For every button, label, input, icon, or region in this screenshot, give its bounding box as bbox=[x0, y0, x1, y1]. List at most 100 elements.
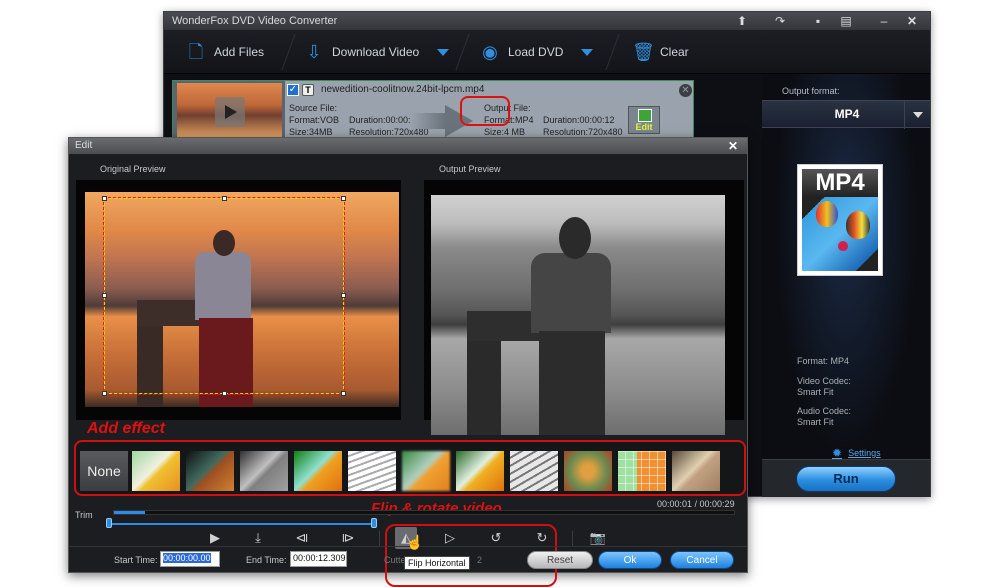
gear-icon: ✹ bbox=[832, 446, 843, 460]
crop-handle[interactable] bbox=[341, 293, 346, 298]
effect-dark[interactable] bbox=[186, 451, 234, 491]
effect-sketch[interactable] bbox=[348, 451, 396, 491]
mp4-format-icon: MP4 bbox=[797, 164, 883, 276]
crop-box[interactable] bbox=[102, 196, 346, 396]
settings-link[interactable]: ✹ Settings bbox=[832, 446, 881, 460]
close-icon[interactable]: ✕ bbox=[725, 138, 741, 154]
edit-label: Edit bbox=[635, 122, 653, 132]
output-format-select[interactable]: MP4 bbox=[762, 100, 930, 129]
subtitle-button[interactable]: T bbox=[302, 84, 314, 96]
original-preview bbox=[76, 180, 401, 420]
toolbar-divider bbox=[605, 34, 620, 70]
add-file-icon: 🗋 bbox=[188, 42, 204, 62]
chevron-down-icon[interactable] bbox=[437, 48, 450, 56]
crop-handle[interactable] bbox=[222, 391, 227, 396]
download-video-button[interactable]: ⇩ Download Video bbox=[304, 30, 450, 74]
edit-dialog: Edit ✕ Original Preview Output Preview A… bbox=[68, 137, 748, 587]
edit-icon bbox=[638, 109, 652, 122]
effect-vivid-green[interactable] bbox=[294, 451, 342, 491]
download-icon: ⇩ bbox=[306, 42, 322, 62]
output-video-frame bbox=[431, 195, 725, 435]
load-dvd-label: Load DVD bbox=[508, 45, 564, 59]
end-time-label: End Time: bbox=[246, 555, 287, 565]
run-button[interactable]: Run bbox=[796, 466, 896, 492]
source-format: Format:VOB bbox=[289, 115, 340, 125]
dialog-title: Edit bbox=[75, 140, 93, 151]
original-preview-label: Original Preview bbox=[100, 164, 166, 174]
crop-handle[interactable] bbox=[102, 196, 107, 201]
crop-handle[interactable] bbox=[102, 391, 107, 396]
cancel-button[interactable]: Cancel bbox=[670, 551, 734, 569]
output-preview-label: Output Preview bbox=[439, 164, 501, 174]
run-area: Run bbox=[762, 459, 930, 497]
output-format-label: Output format: bbox=[782, 86, 840, 96]
trim-progress-track[interactable] bbox=[113, 510, 735, 515]
skin-icon[interactable]: ↷ bbox=[770, 14, 790, 28]
effect-noise[interactable] bbox=[564, 451, 612, 491]
format-line: Format: MP4 bbox=[797, 356, 850, 366]
chevron-down-icon[interactable] bbox=[904, 101, 930, 129]
close-icon[interactable]: ✕ bbox=[902, 14, 922, 28]
source-duration: Duration:00:00:29 bbox=[349, 115, 421, 125]
video-thumbnail[interactable] bbox=[177, 83, 282, 137]
effect-emboss[interactable] bbox=[510, 451, 558, 491]
file-checkbox[interactable]: ✓ bbox=[287, 84, 299, 96]
crop-handle[interactable] bbox=[102, 293, 107, 298]
output-format-value: MP4 bbox=[834, 107, 860, 121]
divider bbox=[572, 531, 573, 547]
effect-grayscale[interactable] bbox=[240, 451, 288, 491]
divider bbox=[379, 531, 380, 547]
load-dvd-button[interactable]: ◉ Load DVD bbox=[480, 30, 594, 74]
trim-label: Trim bbox=[75, 510, 93, 520]
feedback-icon[interactable]: ▪ bbox=[808, 14, 828, 28]
app-title: WonderFox DVD Video Converter bbox=[172, 15, 338, 27]
source-label: Source File: bbox=[289, 103, 338, 113]
file-item[interactable]: ✓ T newedition-coolitnow.24bit-lpcm.mp4 … bbox=[172, 80, 694, 138]
video-codec-value: Smart Fit bbox=[797, 387, 834, 397]
trash-icon: 🗑 bbox=[632, 42, 655, 62]
reset-button[interactable]: Reset bbox=[527, 551, 593, 569]
effect-mosaic[interactable] bbox=[618, 451, 666, 491]
crop-handle[interactable] bbox=[341, 391, 346, 396]
edit-highlight-annotation bbox=[460, 96, 510, 126]
effect-sharpen[interactable] bbox=[456, 451, 504, 491]
clear-button[interactable]: 🗑 Clear bbox=[632, 30, 689, 74]
arrow-body bbox=[411, 113, 445, 129]
main-toolbar: 🗋 Add Files ⇩ Download Video ◉ Load DVD … bbox=[164, 30, 930, 74]
effect-soft[interactable] bbox=[132, 451, 180, 491]
trim-range[interactable] bbox=[106, 518, 377, 528]
start-time-value: 00:00:00.00 bbox=[163, 553, 211, 563]
add-files-button[interactable]: 🗋 Add Files bbox=[186, 30, 264, 74]
effects-strip: None bbox=[74, 440, 746, 496]
crop-handle[interactable] bbox=[222, 196, 227, 201]
minimize-icon[interactable]: – bbox=[874, 14, 894, 28]
cutter-count: 2 bbox=[477, 555, 483, 565]
log-icon[interactable]: ▤ bbox=[836, 14, 856, 28]
output-panel: Output format: MP4 MP4 Format: MP4 Video… bbox=[762, 74, 930, 497]
video-codec-label: Video Codec: bbox=[797, 376, 851, 386]
effect-sepia[interactable] bbox=[672, 451, 720, 491]
add-files-label: Add Files bbox=[214, 45, 265, 59]
edit-button[interactable]: Edit bbox=[628, 106, 660, 134]
toolbar-divider bbox=[455, 34, 470, 70]
format-icon-text: MP4 bbox=[802, 169, 878, 197]
dialog-titlebar: Edit bbox=[69, 138, 747, 154]
remove-file-icon[interactable]: ✕ bbox=[679, 84, 692, 97]
audio-codec-value: Smart Fit bbox=[797, 417, 834, 427]
start-time-input[interactable]: 00:00:00.00 bbox=[160, 551, 220, 567]
end-time-input[interactable]: 00:00:12.309 bbox=[290, 551, 347, 567]
output-size: Size:4 MB bbox=[484, 127, 526, 137]
dialog-body: Original Preview Output Preview Add effe… bbox=[69, 154, 747, 587]
output-preview bbox=[424, 180, 744, 435]
upload-icon[interactable]: ⬆ bbox=[732, 14, 752, 28]
start-time-label: Start Time: bbox=[114, 555, 158, 565]
play-icon[interactable] bbox=[215, 97, 245, 127]
ok-button[interactable]: Ok bbox=[598, 551, 662, 569]
effect-none[interactable]: None bbox=[80, 451, 128, 491]
crop-handle[interactable] bbox=[341, 196, 346, 201]
output-resolution: Resolution:720x480 bbox=[543, 127, 623, 137]
effect-blur[interactable] bbox=[402, 451, 450, 491]
chevron-down-icon[interactable] bbox=[581, 48, 594, 56]
clear-label: Clear bbox=[660, 45, 689, 59]
file-name: newedition-coolitnow.24bit-lpcm.mp4 bbox=[321, 84, 485, 95]
